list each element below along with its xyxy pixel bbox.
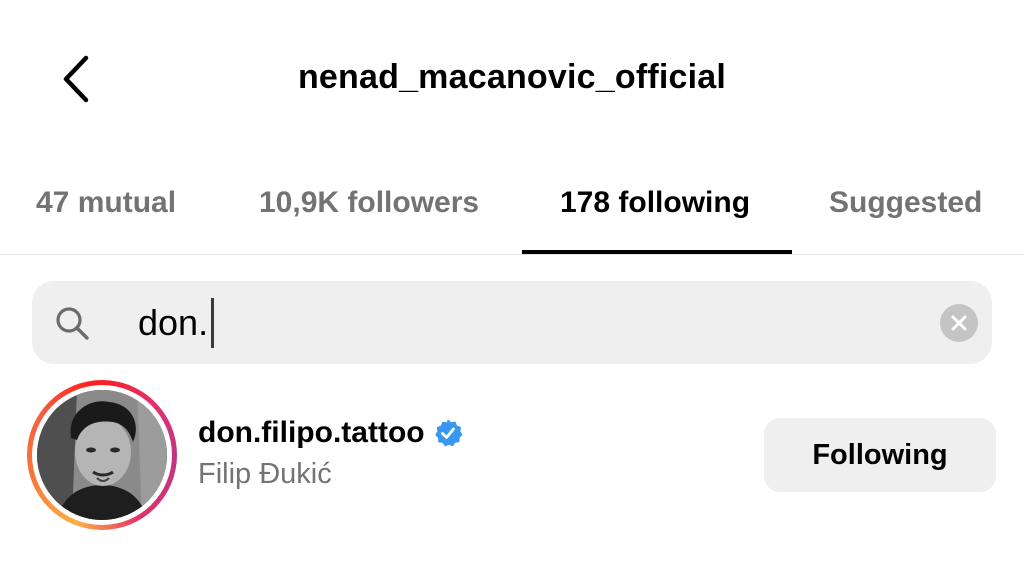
tab-following[interactable]: 178 following [560,186,750,220]
tab-suggested[interactable]: Suggested [829,186,982,220]
avatar-photo [37,390,167,520]
clear-search-button[interactable] [940,304,978,342]
avatar [37,390,167,520]
active-tab-indicator [522,250,792,254]
following-button[interactable]: Following [764,418,996,492]
list-item[interactable]: don.filipo.tattoo Filip Đukić Following [0,378,1024,538]
full-name: Filip Đukić [198,458,332,490]
username[interactable]: don.filipo.tattoo [198,416,425,450]
text-cursor [211,298,214,348]
search-input[interactable] [138,299,938,347]
verified-badge-icon [434,419,463,447]
header: nenad_macanovic_official [0,0,1024,150]
tab-bar: 47 mutual 10,9K followers 178 following … [0,170,1024,255]
tab-followers[interactable]: 10,9K followers [259,186,479,220]
search-icon [56,307,89,340]
story-ring[interactable] [27,380,177,530]
tab-mutual[interactable]: 47 mutual [36,186,176,220]
search-bar[interactable] [32,281,992,364]
clear-icon [951,315,967,331]
page-title: nenad_macanovic_official [297,58,727,96]
